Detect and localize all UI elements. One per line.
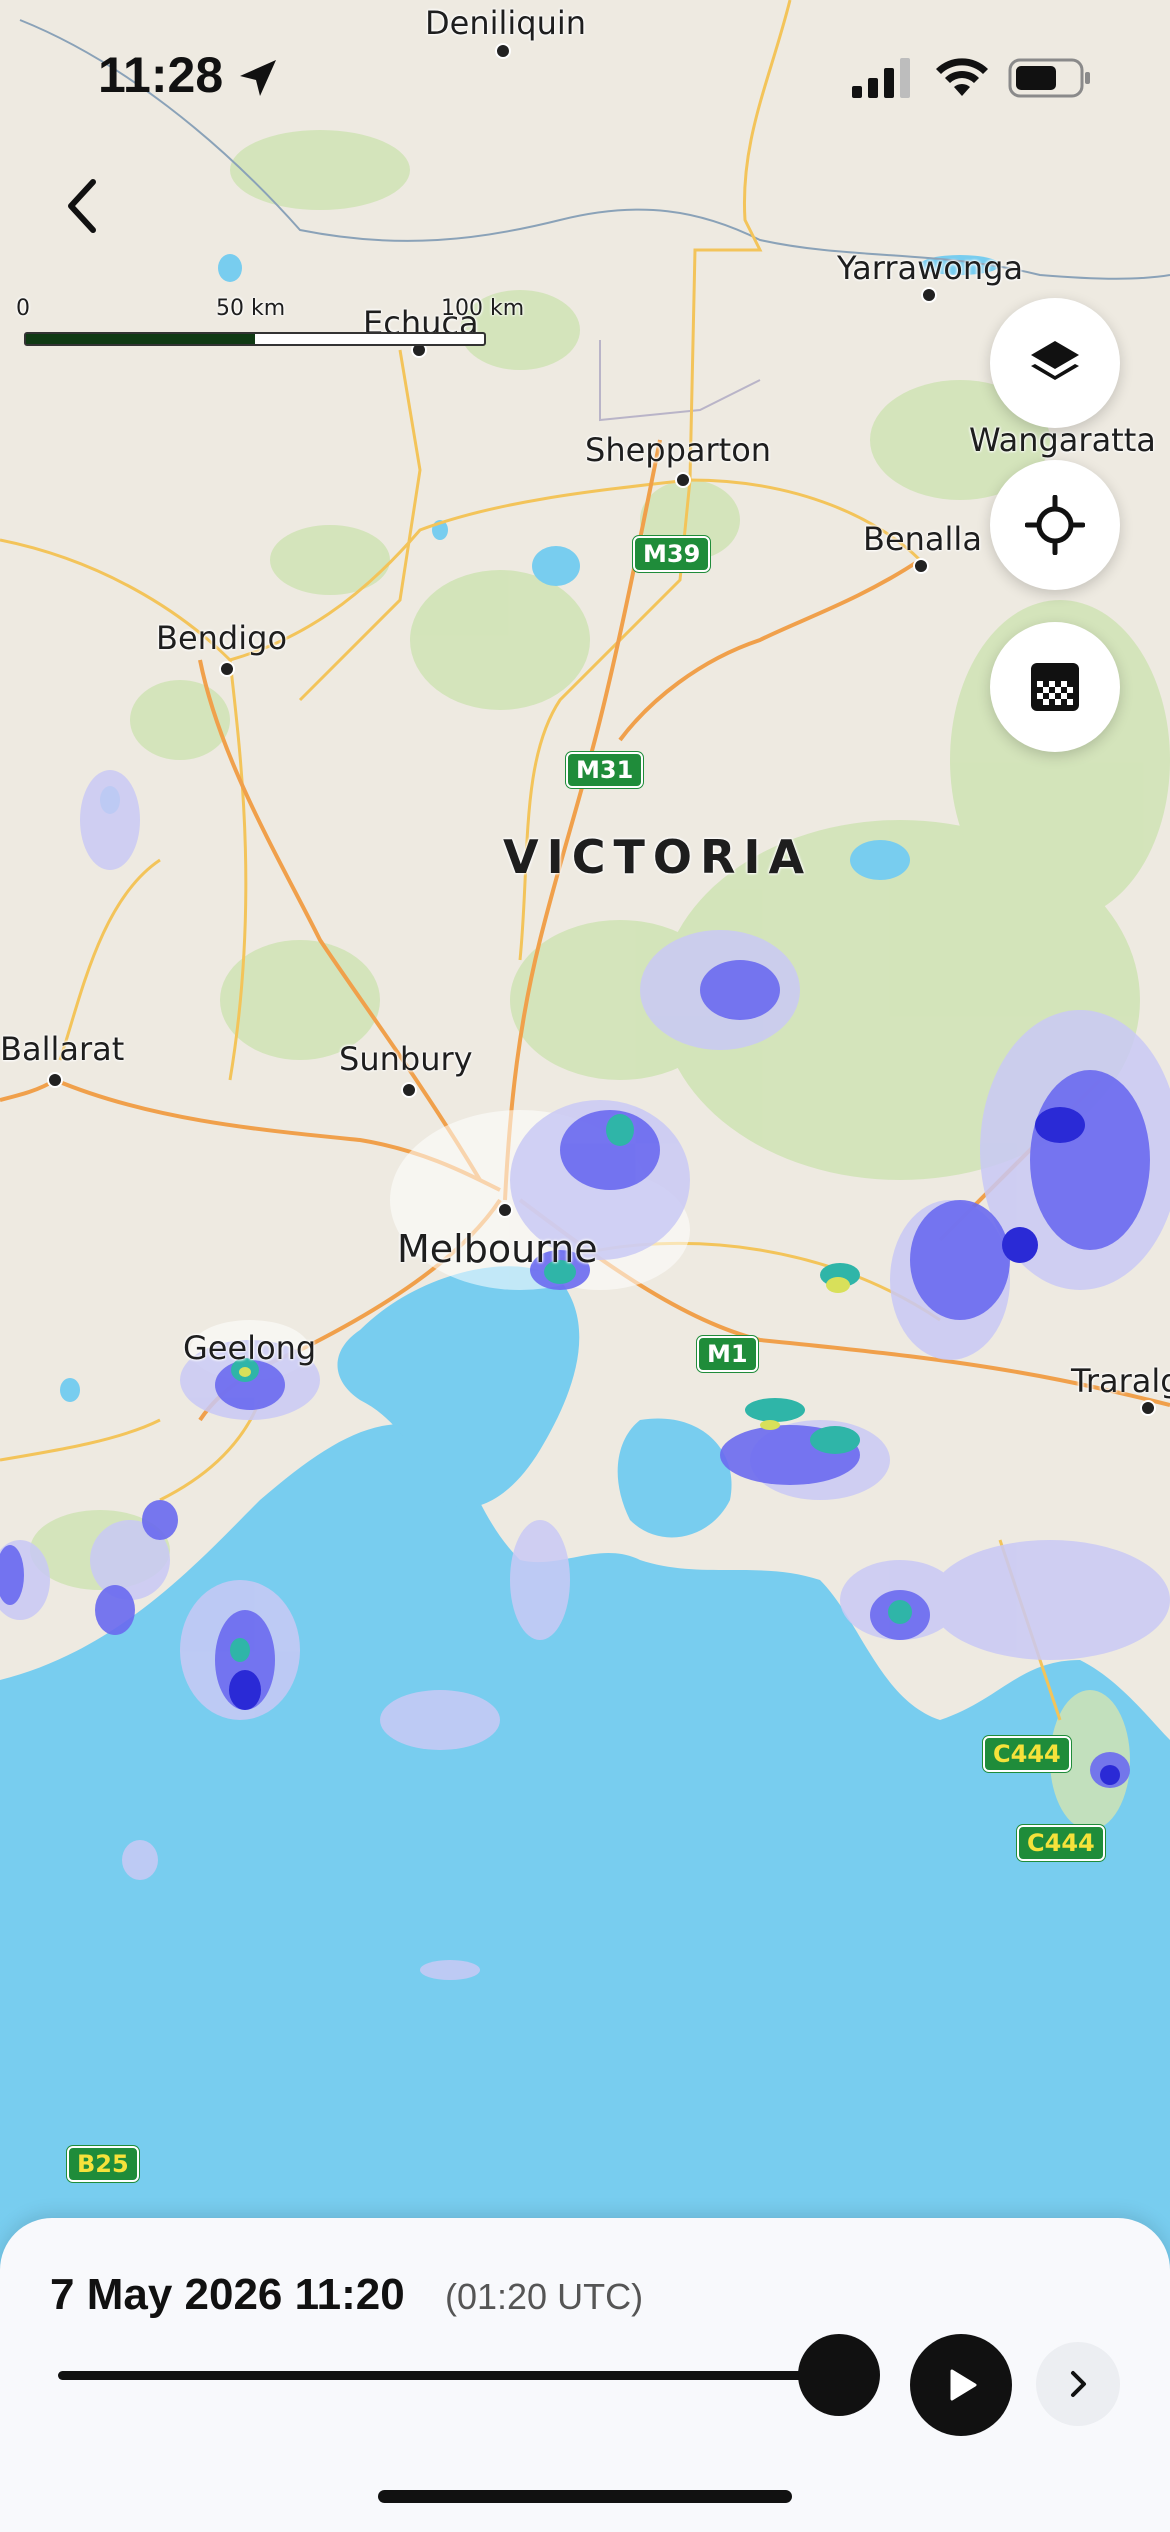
battery-icon xyxy=(1008,58,1090,98)
place-label: Yarrawonga xyxy=(837,249,1024,287)
place-label: Melbourne xyxy=(397,1227,598,1271)
road-shield: C444 xyxy=(983,1736,1071,1772)
place-dot xyxy=(1140,1400,1156,1416)
place-dot xyxy=(47,1072,63,1088)
road-shield: M31 xyxy=(566,752,644,788)
place-dot xyxy=(913,558,929,574)
scale-bar-fill xyxy=(26,334,255,344)
place-dot xyxy=(401,1082,417,1098)
place-dot xyxy=(219,661,235,677)
timeline-slider-thumb[interactable] xyxy=(798,2334,880,2416)
scale-max-label: 100 km xyxy=(441,296,525,321)
timeline-panel: 7 May 2026 11:20 (01:20 UTC) xyxy=(0,2218,1170,2532)
next-frame-button[interactable] xyxy=(1036,2342,1120,2426)
place-label: Sunbury xyxy=(339,1040,473,1078)
back-button[interactable] xyxy=(55,170,115,240)
locate-icon xyxy=(1025,495,1085,555)
cellular-signal-icon xyxy=(852,58,910,98)
place-dot xyxy=(921,287,937,303)
play-button[interactable] xyxy=(910,2334,1012,2436)
place-label: Ballarat xyxy=(0,1030,125,1068)
wifi-icon xyxy=(936,58,988,96)
place-label: Geelong xyxy=(183,1329,317,1367)
scale-mid-label: 50 km xyxy=(216,296,286,321)
layers-button[interactable] xyxy=(990,298,1120,428)
home-indicator[interactable] xyxy=(378,2490,792,2503)
radar-datetime: 7 May 2026 11:20 xyxy=(50,2270,405,2319)
place-label: Traralg xyxy=(1071,1362,1170,1400)
layers-icon xyxy=(1031,341,1079,380)
place-dot xyxy=(675,472,691,488)
back-icon xyxy=(68,179,96,233)
road-shield: C444 xyxy=(1017,1825,1105,1861)
state-label: VICTORIA xyxy=(503,830,813,884)
timeline-track[interactable] xyxy=(58,2371,838,2380)
map-scale: 0 50 km 100 km xyxy=(16,296,524,356)
chevron-right-icon xyxy=(1071,2371,1086,2397)
road-shield: M39 xyxy=(633,536,711,572)
scale-zero-label: 0 xyxy=(16,296,30,321)
legend-button[interactable] xyxy=(990,622,1120,752)
status-time: 11:28 xyxy=(98,47,224,103)
location-arrow-icon xyxy=(240,60,276,96)
status-bar: 11:28 xyxy=(0,0,1170,150)
scale-bar xyxy=(24,332,486,346)
place-label: Bendigo xyxy=(156,619,288,657)
road-shield: M1 xyxy=(697,1336,758,1372)
play-icon xyxy=(950,2369,977,2401)
radar-utc-time: (01:20 UTC) xyxy=(445,2276,644,2317)
locate-button[interactable] xyxy=(990,460,1120,590)
place-label: Benalla xyxy=(863,520,982,558)
legend-icon xyxy=(1031,663,1079,711)
road-shield: B25 xyxy=(67,2146,139,2182)
place-dot xyxy=(497,1202,513,1218)
place-label: Shepparton xyxy=(585,431,772,469)
